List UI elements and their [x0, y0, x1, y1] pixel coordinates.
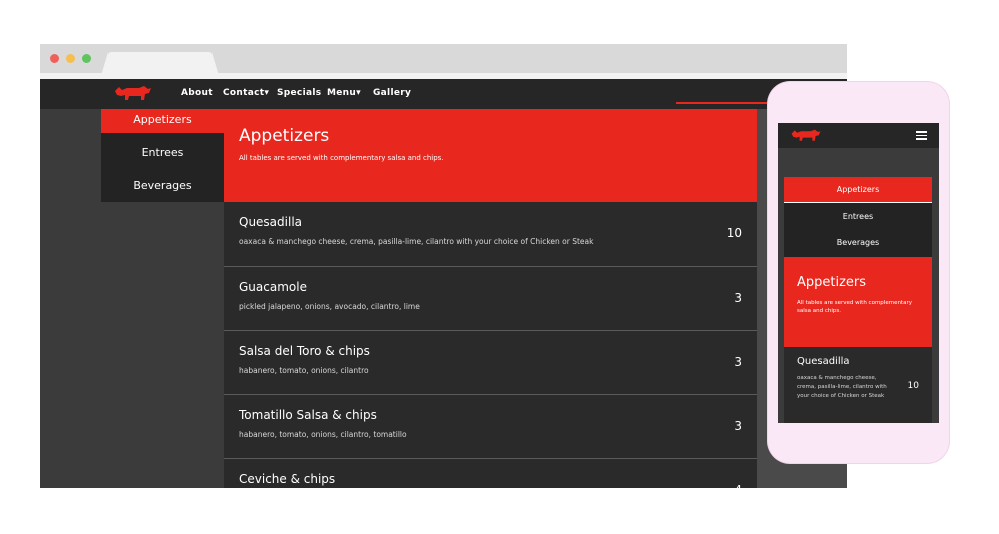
menu-item-description: habanero, tomato, onions, cilantro, toma…	[239, 430, 407, 439]
menu-content: Appetizers Entrees Beverages Appetizers …	[40, 109, 847, 488]
menu-item-description: habanero, tomato, onions, cilantro	[239, 366, 369, 375]
menu-item-name: Salsa del Toro & chips	[239, 344, 370, 358]
nav-contact-label: Contact	[223, 88, 265, 98]
mobile-menu-item-price: 10	[907, 381, 919, 391]
bull-logo-icon[interactable]	[113, 83, 153, 105]
nav-about[interactable]: About	[181, 88, 213, 98]
site-navbar: About Contact▾ Specials Menu▾ Gallery	[40, 79, 847, 109]
menu-item-row: Quesadilla oaxaca & manchego cheese, cre…	[224, 202, 757, 265]
menu-item-description: pickled jalapeno, onions, avocado, cilan…	[239, 302, 420, 311]
section-subtitle: All tables are served with complementary…	[239, 154, 444, 162]
mobile-navbar	[778, 123, 939, 148]
mobile-section-title: Appetizers	[797, 275, 867, 290]
mobile-device-frame: Appetizers Entrees Beverages Appetizers …	[768, 82, 949, 463]
desktop-browser-window: About Contact▾ Specials Menu▾ Gallery Ap…	[40, 44, 847, 488]
menu-item-row: Ceviche & chips 4	[224, 458, 757, 488]
chevron-down-icon: ▾	[264, 88, 270, 98]
menu-item-name: Quesadilla	[239, 215, 303, 229]
close-window-icon[interactable]	[50, 54, 59, 63]
menu-item-row: Tomatillo Salsa & chips habanero, tomato…	[224, 394, 757, 457]
nav-gallery[interactable]: Gallery	[373, 88, 411, 98]
menu-item-name: Tomatillo Salsa & chips	[239, 408, 377, 422]
menu-item-price: 10	[726, 226, 742, 240]
mobile-section-subtitle: All tables are served with complementary…	[797, 300, 912, 314]
menu-item-price: 4	[734, 483, 742, 488]
nav-menu[interactable]: Menu▾	[327, 88, 361, 98]
browser-chrome	[40, 44, 847, 79]
mobile-menu-item-appetizers[interactable]: Appetizers	[784, 177, 932, 203]
minimize-window-icon[interactable]	[66, 54, 75, 63]
mobile-screen: Appetizers Entrees Beverages Appetizers …	[778, 123, 939, 423]
menu-item-name: Guacamole	[239, 280, 307, 294]
mobile-menu-item-row: Quesadilla oaxaca & manchego cheese, cre…	[784, 347, 932, 423]
sidebar-item-appetizers[interactable]: Appetizers	[101, 109, 224, 133]
mobile-menu-item-name: Quesadilla	[797, 356, 850, 367]
nav-menu-label: Menu	[327, 88, 357, 98]
mobile-category-menu: Appetizers Entrees Beverages	[784, 177, 932, 257]
mobile-menu-item-description: oaxaca & manchego cheese, crema, pasilla…	[797, 375, 887, 399]
menu-item-row: Guacamole pickled jalapeno, onions, avoc…	[224, 266, 757, 329]
category-sidebar: Appetizers Entrees Beverages	[101, 109, 224, 202]
bull-logo-icon[interactable]	[790, 127, 822, 145]
menu-item-description: oaxaca & manchego cheese, crema, pasilla…	[239, 237, 594, 246]
section-title: Appetizers	[239, 126, 330, 146]
sidebar-item-entrees[interactable]: Entrees	[101, 142, 224, 164]
maximize-window-icon[interactable]	[82, 54, 91, 63]
section-hero: Appetizers All tables are served with co…	[224, 109, 757, 202]
mobile-menu-item-beverages[interactable]: Beverages	[784, 231, 932, 255]
page: About Contact▾ Specials Menu▾ Gallery Ap…	[0, 0, 999, 534]
chevron-down-icon: ▾	[356, 88, 361, 98]
hamburger-icon[interactable]	[916, 131, 927, 140]
nav-contact[interactable]: Contact▾	[223, 88, 269, 98]
menu-item-name: Ceviche & chips	[239, 472, 336, 486]
menu-item-price: 3	[734, 355, 742, 369]
menu-item-row: Salsa del Toro & chips habanero, tomato,…	[224, 330, 757, 393]
mobile-section-hero: Appetizers All tables are served with co…	[784, 257, 932, 347]
menu-item-price: 3	[734, 419, 742, 433]
mobile-menu-item-entrees[interactable]: Entrees	[784, 205, 932, 229]
menu-panel: Appetizers All tables are served with co…	[224, 109, 757, 488]
nav-specials[interactable]: Specials	[277, 88, 321, 98]
menu-item-price: 3	[734, 291, 742, 305]
sidebar-item-beverages[interactable]: Beverages	[101, 175, 224, 197]
